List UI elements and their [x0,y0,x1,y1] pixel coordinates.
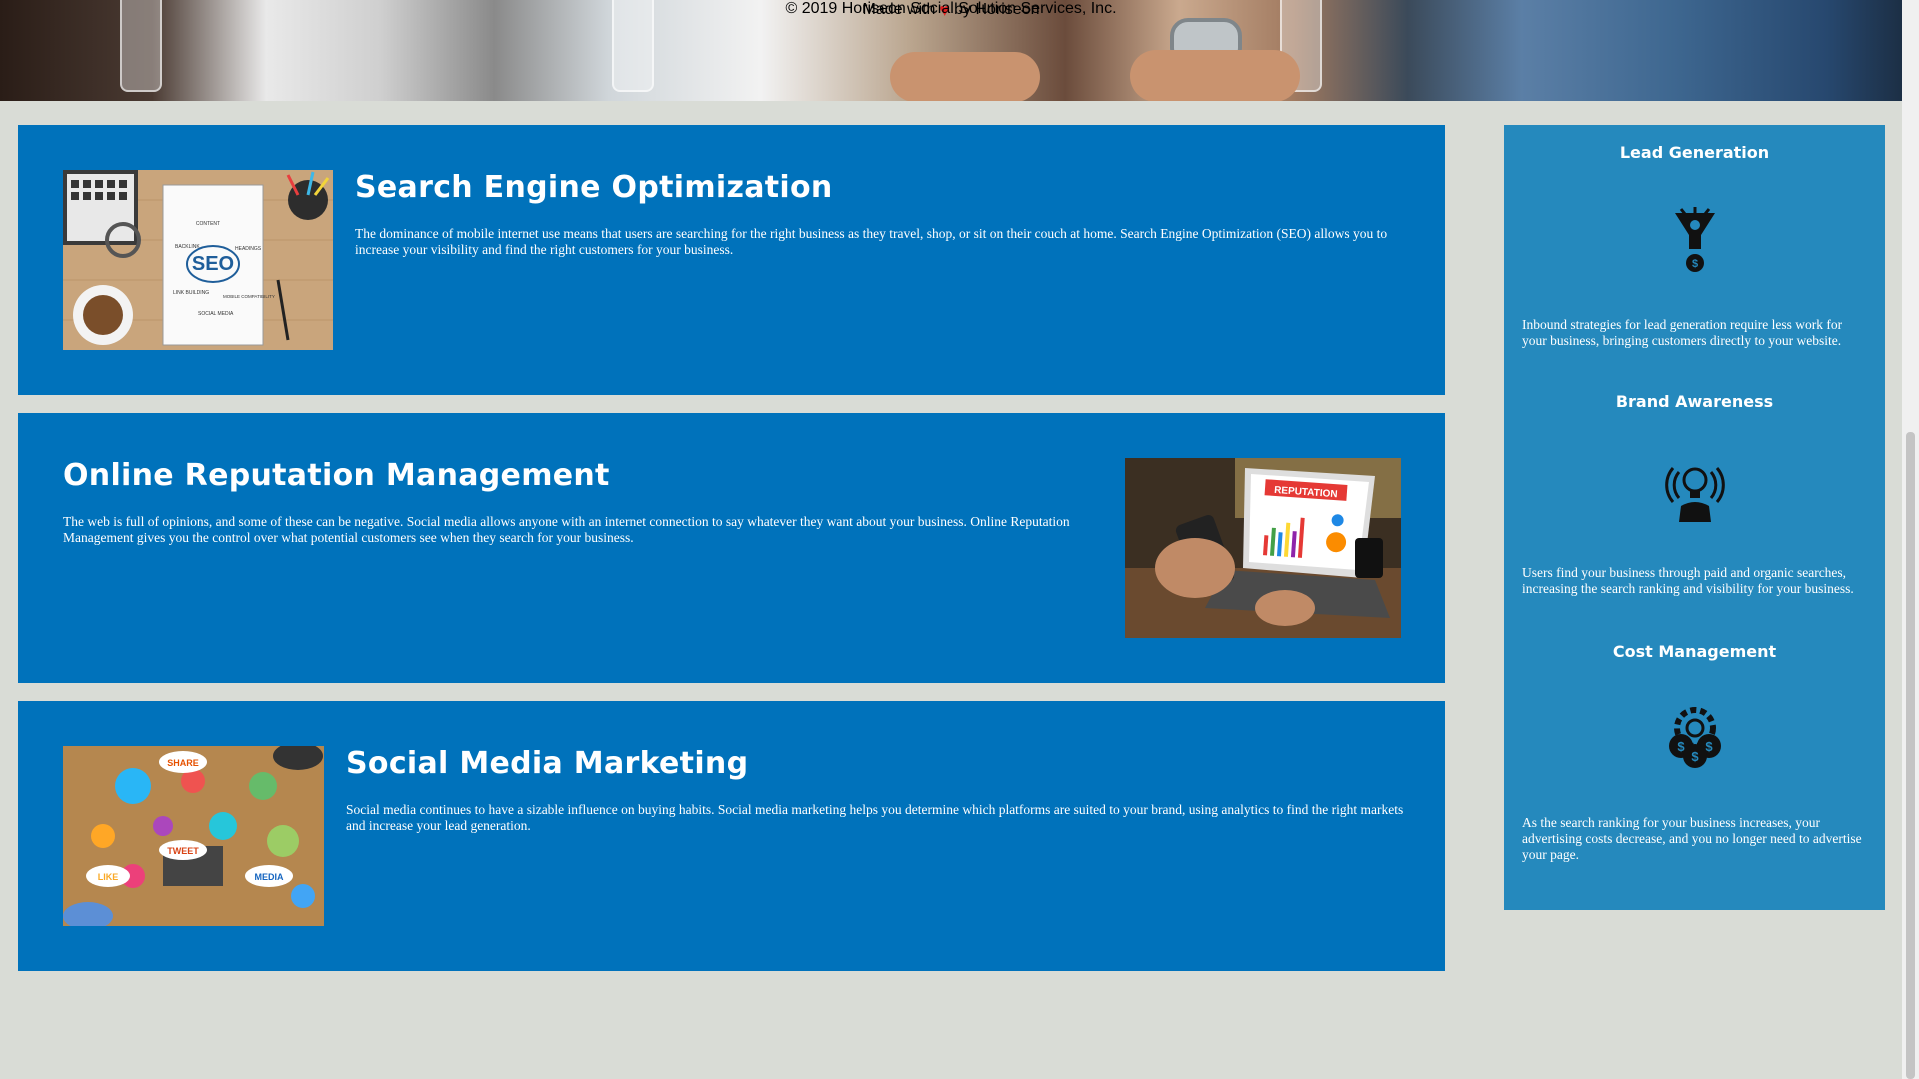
benefit-title: Lead Generation [1619,143,1770,162]
benefits-sidebar: Lead Generation $ Inbound strategies for… [1504,125,1885,910]
reputation-illustration: REPUTATION [1125,458,1401,638]
benefit-text: Users find your business through paid an… [1522,565,1854,596]
section-title: Search Engine Optimization [355,170,833,205]
seo-image-word: BACKLINK [175,244,200,250]
section-text: The dominance of mobile internet use mea… [355,226,1388,257]
benefit-title: Brand Awareness [1615,392,1774,411]
benefit-text: As the search ranking for your business … [1522,815,1862,862]
svg-text:$: $ [1705,739,1713,754]
section-title: Online Reputation Management [63,458,610,493]
lead-generation-icon: $ [1659,205,1731,277]
social-image-word: MEDIA [255,872,285,882]
seo-image-word: SOCIAL MEDIA [198,311,234,317]
benefit-text: Inbound strategies for lead generation r… [1522,317,1843,348]
cost-management-icon: $ $ $ [1659,700,1731,772]
seo-image-label: SEO [192,253,234,275]
seo-image-word: HEADINGS [235,246,262,252]
online-reputation-section: Online Reputation Management The web is … [18,413,1445,683]
svg-text:$: $ [1677,739,1685,754]
social-media-illustration: SHARE TWEET LIKE MEDIA [63,746,324,926]
seo-image: SEO CONTENT BACKLINK HEADINGS LINK BUILD… [63,170,333,350]
benefit-title: Cost Management [1612,642,1777,661]
social-media-image: SHARE TWEET LIKE MEDIA [63,746,324,926]
social-image-word: TWEET [167,846,199,856]
social-image-word: SHARE [167,758,199,768]
section-title: Social Media Marketing [346,746,749,781]
section-text: The web is full of opinions, and some of… [63,514,1070,545]
scrollbar-thumb[interactable] [1906,432,1915,1079]
hand-decoration [890,52,1040,101]
footer-copyright: © 2019 Horiseon Social Solution Services… [785,0,1117,17]
social-media-section: SHARE TWEET LIKE MEDIA Social Media Mark… [18,701,1445,971]
section-text: Social media continues to have a sizable… [346,802,1404,833]
seo-illustration: SEO CONTENT BACKLINK HEADINGS LINK BUILD… [63,170,333,350]
svg-text:$: $ [1692,258,1698,270]
brand-awareness-icon [1659,452,1731,524]
seo-image-word: CONTENT [196,221,220,227]
hand-decoration [1130,50,1300,101]
seo-section: SEO CONTENT BACKLINK HEADINGS LINK BUILD… [18,125,1445,395]
svg-text:$: $ [1691,749,1699,764]
seo-image-word: LINK BUILDING [173,290,209,296]
reputation-image: REPUTATION [1125,458,1401,638]
vertical-scrollbar[interactable] [1902,0,1919,1079]
social-image-word: LIKE [98,872,119,882]
seo-image-word: MOBILE COMPATIBILITY [223,294,275,299]
